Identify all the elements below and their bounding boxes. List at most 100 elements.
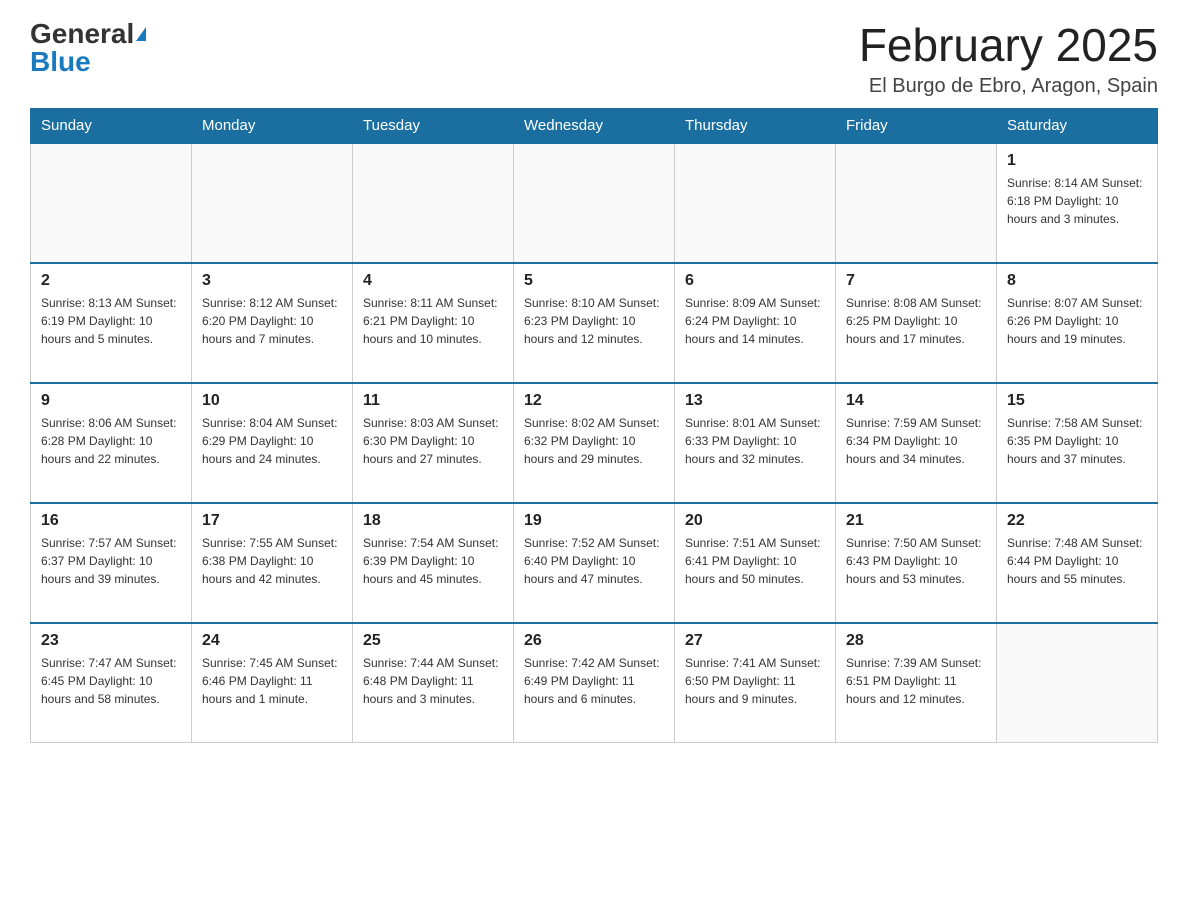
- header-day-tuesday: Tuesday: [353, 108, 514, 143]
- day-number: 24: [202, 632, 342, 650]
- day-cell: 22 Sunrise: 7:48 AM Sunset: 6:44 PM Dayli…: [997, 503, 1158, 623]
- title-block: February 2025 El Burgo de Ebro, Aragon, …: [859, 20, 1158, 98]
- day-cell: 13 Sunrise: 8:01 AM Sunset: 6:33 PM Dayli…: [675, 383, 836, 503]
- header-day-saturday: Saturday: [997, 108, 1158, 143]
- day-number: 1: [1007, 152, 1147, 170]
- day-number: 11: [363, 392, 503, 410]
- day-number: 19: [524, 512, 664, 530]
- day-cell: 8 Sunrise: 8:07 AM Sunset: 6:26 PM Daylig…: [997, 263, 1158, 383]
- day-cell: 18Sunrise: 7:54 AM Sunset: 6:39 PM Dayli…: [353, 503, 514, 623]
- day-info: Sunrise: 7:44 AM Sunset: 6:48 PM Dayligh…: [363, 654, 503, 708]
- header-day-friday: Friday: [836, 108, 997, 143]
- day-cell: 24 Sunrise: 7:45 AM Sunset: 6:46 PM Dayli…: [192, 623, 353, 743]
- day-info: Sunrise: 7:39 AM Sunset: 6:51 PM Dayligh…: [846, 654, 986, 708]
- day-info: Sunrise: 7:45 AM Sunset: 6:46 PM Dayligh…: [202, 654, 342, 708]
- day-cell: 19 Sunrise: 7:52 AM Sunset: 6:40 PM Dayli…: [514, 503, 675, 623]
- day-cell: 4Sunrise: 8:11 AM Sunset: 6:21 PM Daylig…: [353, 263, 514, 383]
- day-number: 9: [41, 392, 181, 410]
- day-info: Sunrise: 7:47 AM Sunset: 6:45 PM Dayligh…: [41, 654, 181, 708]
- day-cell: 2 Sunrise: 8:13 AM Sunset: 6:19 PM Daylig…: [31, 263, 192, 383]
- day-info: Sunrise: 8:12 AM Sunset: 6:20 PM Dayligh…: [202, 294, 342, 348]
- day-info: Sunrise: 8:01 AM Sunset: 6:33 PM Dayligh…: [685, 414, 825, 468]
- week-row-2: 2 Sunrise: 8:13 AM Sunset: 6:19 PM Daylig…: [31, 263, 1158, 383]
- day-info: Sunrise: 8:13 AM Sunset: 6:19 PM Dayligh…: [41, 294, 181, 348]
- day-number: 22: [1007, 512, 1147, 530]
- day-cell: 25 Sunrise: 7:44 AM Sunset: 6:48 PM Dayli…: [353, 623, 514, 743]
- day-number: 26: [524, 632, 664, 650]
- week-row-3: 9 Sunrise: 8:06 AM Sunset: 6:28 PM Daylig…: [31, 383, 1158, 503]
- day-number: 17: [202, 512, 342, 530]
- day-info: Sunrise: 7:42 AM Sunset: 6:49 PM Dayligh…: [524, 654, 664, 708]
- day-info: Sunrise: 8:06 AM Sunset: 6:28 PM Dayligh…: [41, 414, 181, 468]
- header-day-wednesday: Wednesday: [514, 108, 675, 143]
- day-cell: 15Sunrise: 7:58 AM Sunset: 6:35 PM Dayli…: [997, 383, 1158, 503]
- day-number: 25: [363, 632, 503, 650]
- day-cell: 27 Sunrise: 7:41 AM Sunset: 6:50 PM Dayli…: [675, 623, 836, 743]
- day-info: Sunrise: 7:51 AM Sunset: 6:41 PM Dayligh…: [685, 534, 825, 588]
- day-cell: [192, 143, 353, 263]
- day-cell: [836, 143, 997, 263]
- day-cell: 20 Sunrise: 7:51 AM Sunset: 6:41 PM Dayli…: [675, 503, 836, 623]
- day-cell: 28 Sunrise: 7:39 AM Sunset: 6:51 PM Dayli…: [836, 623, 997, 743]
- day-cell: [31, 143, 192, 263]
- day-info: Sunrise: 8:07 AM Sunset: 6:26 PM Dayligh…: [1007, 294, 1147, 348]
- day-number: 21: [846, 512, 986, 530]
- week-row-5: 23 Sunrise: 7:47 AM Sunset: 6:45 PM Dayli…: [31, 623, 1158, 743]
- logo: General Blue: [30, 20, 146, 76]
- day-number: 5: [524, 272, 664, 290]
- day-info: Sunrise: 8:09 AM Sunset: 6:24 PM Dayligh…: [685, 294, 825, 348]
- day-number: 4: [363, 272, 503, 290]
- page-header: General Blue February 2025 El Burgo de E…: [30, 20, 1158, 98]
- header-day-monday: Monday: [192, 108, 353, 143]
- day-cell: 12Sunrise: 8:02 AM Sunset: 6:32 PM Dayli…: [514, 383, 675, 503]
- calendar-title: February 2025: [859, 20, 1158, 71]
- day-cell: 17Sunrise: 7:55 AM Sunset: 6:38 PM Dayli…: [192, 503, 353, 623]
- header-row: SundayMondayTuesdayWednesdayThursdayFrid…: [31, 108, 1158, 143]
- calendar-subtitle: El Burgo de Ebro, Aragon, Spain: [859, 75, 1158, 98]
- day-cell: 1 Sunrise: 8:14 AM Sunset: 6:18 PM Daylig…: [997, 143, 1158, 263]
- day-number: 16: [41, 512, 181, 530]
- day-number: 14: [846, 392, 986, 410]
- day-info: Sunrise: 7:52 AM Sunset: 6:40 PM Dayligh…: [524, 534, 664, 588]
- day-number: 2: [41, 272, 181, 290]
- day-number: 28: [846, 632, 986, 650]
- day-cell: [514, 143, 675, 263]
- day-info: Sunrise: 7:57 AM Sunset: 6:37 PM Dayligh…: [41, 534, 181, 588]
- logo-general: General: [30, 20, 134, 48]
- day-cell: 6Sunrise: 8:09 AM Sunset: 6:24 PM Daylig…: [675, 263, 836, 383]
- day-cell: 7Sunrise: 8:08 AM Sunset: 6:25 PM Daylig…: [836, 263, 997, 383]
- calendar-table: SundayMondayTuesdayWednesdayThursdayFrid…: [30, 108, 1158, 744]
- day-number: 23: [41, 632, 181, 650]
- day-number: 8: [1007, 272, 1147, 290]
- day-info: Sunrise: 8:02 AM Sunset: 6:32 PM Dayligh…: [524, 414, 664, 468]
- day-info: Sunrise: 7:59 AM Sunset: 6:34 PM Dayligh…: [846, 414, 986, 468]
- day-number: 3: [202, 272, 342, 290]
- day-number: 10: [202, 392, 342, 410]
- week-row-1: 1 Sunrise: 8:14 AM Sunset: 6:18 PM Daylig…: [31, 143, 1158, 263]
- day-info: Sunrise: 7:58 AM Sunset: 6:35 PM Dayligh…: [1007, 414, 1147, 468]
- day-cell: [997, 623, 1158, 743]
- day-cell: 21Sunrise: 7:50 AM Sunset: 6:43 PM Dayli…: [836, 503, 997, 623]
- day-number: 13: [685, 392, 825, 410]
- day-info: Sunrise: 8:04 AM Sunset: 6:29 PM Dayligh…: [202, 414, 342, 468]
- day-info: Sunrise: 8:14 AM Sunset: 6:18 PM Dayligh…: [1007, 174, 1147, 228]
- week-row-4: 16 Sunrise: 7:57 AM Sunset: 6:37 PM Dayli…: [31, 503, 1158, 623]
- day-cell: 11Sunrise: 8:03 AM Sunset: 6:30 PM Dayli…: [353, 383, 514, 503]
- header-day-sunday: Sunday: [31, 108, 192, 143]
- day-info: Sunrise: 8:08 AM Sunset: 6:25 PM Dayligh…: [846, 294, 986, 348]
- day-cell: 26 Sunrise: 7:42 AM Sunset: 6:49 PM Dayli…: [514, 623, 675, 743]
- day-cell: 14 Sunrise: 7:59 AM Sunset: 6:34 PM Dayli…: [836, 383, 997, 503]
- day-info: Sunrise: 7:41 AM Sunset: 6:50 PM Dayligh…: [685, 654, 825, 708]
- day-number: 18: [363, 512, 503, 530]
- day-cell: 16 Sunrise: 7:57 AM Sunset: 6:37 PM Dayli…: [31, 503, 192, 623]
- day-number: 27: [685, 632, 825, 650]
- day-cell: [353, 143, 514, 263]
- day-cell: 10 Sunrise: 8:04 AM Sunset: 6:29 PM Dayli…: [192, 383, 353, 503]
- day-info: Sunrise: 8:10 AM Sunset: 6:23 PM Dayligh…: [524, 294, 664, 348]
- day-number: 20: [685, 512, 825, 530]
- day-info: Sunrise: 7:48 AM Sunset: 6:44 PM Dayligh…: [1007, 534, 1147, 588]
- logo-blue: Blue: [30, 48, 91, 76]
- day-cell: 3 Sunrise: 8:12 AM Sunset: 6:20 PM Daylig…: [192, 263, 353, 383]
- day-cell: 5 Sunrise: 8:10 AM Sunset: 6:23 PM Daylig…: [514, 263, 675, 383]
- day-cell: 23 Sunrise: 7:47 AM Sunset: 6:45 PM Dayli…: [31, 623, 192, 743]
